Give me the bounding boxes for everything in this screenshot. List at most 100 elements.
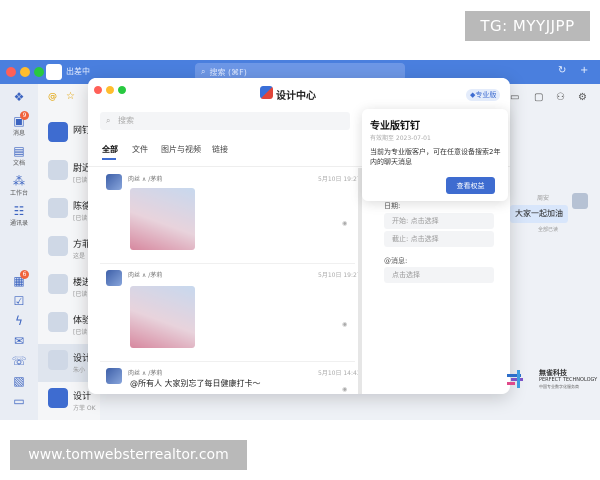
end-placeholder: 点击选择 — [410, 235, 439, 243]
maximize-window-button[interactable] — [34, 67, 44, 77]
maximize-dialog-button[interactable] — [118, 86, 126, 94]
watermark-url: www.tomwebsterrealtor.com — [10, 440, 247, 470]
message-text: @所有人 大家别忘了每日健康打卡～ — [130, 379, 261, 388]
message-sender: 肉丝 ∧ /茅莉 — [128, 176, 163, 183]
nav-label-messages: 消息 — [12, 130, 25, 137]
nav-label-docs: 文档 — [12, 160, 25, 167]
start-date-field[interactable]: 开始: 点击选择 — [384, 213, 494, 229]
workbench-icon: ⁂ — [13, 174, 25, 188]
search-icon: ⌕ — [201, 67, 206, 76]
sender-label: @消息: — [384, 257, 408, 265]
chart-icon: ▧ — [13, 374, 25, 388]
tab-all[interactable]: 全部 — [102, 144, 118, 155]
settings-icon[interactable]: ⚙ — [578, 92, 587, 103]
avatar[interactable] — [572, 193, 588, 209]
sender-placeholder: 点击选择 — [392, 271, 420, 279]
nav-item-mail[interactable]: ✉ — [0, 334, 38, 348]
close-dialog-button[interactable] — [94, 86, 102, 94]
pro-popover: 专业版钉钉 有效期至 2023-07-01 当前为专业版客户，可在任意设备搜索2… — [362, 109, 508, 201]
avatar — [48, 274, 68, 294]
divider — [100, 263, 355, 264]
mail-icon: ✉ — [13, 334, 25, 348]
read-status: 全部已读 — [538, 227, 559, 233]
pro-badge-label: 专业版 — [475, 91, 497, 99]
group-logo-icon — [260, 86, 273, 99]
chat-name: 设计 — [73, 392, 92, 402]
dialog-search-placeholder: 搜索 — [118, 116, 134, 125]
sender-field[interactable]: 点击选择 — [384, 267, 494, 283]
nav-item-chart[interactable]: ▧ — [0, 374, 38, 388]
avatar — [106, 174, 122, 190]
doc-icon: ▤ — [13, 144, 25, 158]
lightning-icon: ϟ — [15, 314, 23, 328]
avatar — [48, 122, 68, 142]
minimize-dialog-button[interactable] — [106, 86, 114, 94]
tab-files[interactable]: 文件 — [132, 144, 148, 155]
add-member-icon[interactable]: ⚇ — [556, 92, 565, 103]
tab-media[interactable]: 图片与视频 — [161, 144, 201, 155]
nav-item-folder[interactable]: ▭ — [0, 394, 38, 408]
message-image[interactable] — [130, 286, 195, 348]
start-label: 开始: — [392, 217, 409, 225]
avatar — [48, 160, 68, 180]
nav-item-messages[interactable]: ▣ 消息 — [0, 114, 38, 137]
chat-preview: [已读 — [73, 329, 88, 336]
scrollbar[interactable] — [358, 168, 362, 394]
star-icon[interactable]: ☆ — [66, 91, 75, 102]
check-icon: ☑ — [13, 294, 25, 308]
add-icon[interactable]: + — [580, 65, 588, 76]
divider — [100, 361, 355, 362]
start-placeholder: 点击选择 — [410, 217, 439, 225]
brand-tagline: 中国专业数字化服务商 — [539, 384, 579, 389]
pro-badge[interactable]: ◆专业版 — [466, 89, 501, 101]
chat-preview: 这是 — [73, 253, 86, 260]
history-icon[interactable]: ↻ — [558, 65, 566, 76]
avatar — [106, 368, 122, 384]
nav-item-ding[interactable]: ϟ — [0, 314, 38, 328]
nav-item-docs[interactable]: ▤ 文档 — [0, 144, 38, 167]
close-window-button[interactable] — [6, 67, 16, 77]
at-icon[interactable]: @ — [48, 92, 57, 102]
folder-icon: ▭ — [13, 394, 25, 408]
end-label: 截止: — [392, 235, 409, 243]
phone-icon: ☏ — [11, 354, 27, 368]
message-date: 5月10日 14:43 — [318, 370, 361, 377]
minimize-window-button[interactable] — [20, 67, 30, 77]
message-sender: 肉丝 ∧ /茅莉 — [128, 272, 163, 279]
sender-name: 周安 — [537, 195, 550, 202]
avatar — [48, 198, 68, 218]
nav-item-workbench[interactable]: ⁂ 工作台 — [0, 174, 38, 197]
chat-preview: [已读 — [73, 291, 88, 298]
global-search-placeholder: 搜索 (⌘F) — [209, 67, 247, 77]
nav-item-contacts[interactable]: ☷ 通讯录 — [0, 204, 38, 227]
nav-item-tasks[interactable]: ☑ — [0, 294, 38, 308]
popover-expiry: 有效期至 2023-07-01 — [370, 135, 431, 142]
folder-icon[interactable]: ▭ — [510, 92, 519, 103]
end-date-field[interactable]: 截止: 点击选择 — [384, 231, 494, 247]
nav-app-logo[interactable]: ❖ — [0, 90, 38, 104]
dialog-search-input[interactable]: ⌕ 搜索 — [100, 112, 350, 130]
active-tab-indicator — [102, 158, 116, 160]
popover-description: 当前为专业版客户，可在任意设备搜索2年内的聊天消息 — [370, 148, 501, 166]
avatar — [48, 312, 68, 332]
chat-preview: [已读 — [73, 215, 88, 222]
view-benefits-button[interactable]: 查看权益 — [446, 177, 495, 194]
message-image[interactable] — [130, 188, 195, 250]
app-logo-icon: ❖ — [13, 90, 25, 104]
brand-name-en: PERFECT TECHNOLOGY — [539, 377, 598, 383]
chat-bubble[interactable]: 大家一起加油 — [510, 205, 568, 223]
popover-title: 专业版钉钉 — [370, 121, 420, 132]
comment-icon[interactable]: ▢ — [534, 92, 543, 103]
avatar — [106, 270, 122, 286]
user-status[interactable]: 出差中 — [66, 66, 90, 77]
search-icon: ⌕ — [106, 116, 111, 125]
left-nav: ❖ ▣ 消息 9 ▤ 文档 ⁂ 工作台 ☷ 通讯录 ▦ 6 ☑ ϟ ✉ ☏ ▧ … — [0, 84, 38, 420]
eye-icon: ◉ — [342, 386, 348, 393]
avatar — [48, 388, 68, 408]
nav-item-phone[interactable]: ☏ — [0, 354, 38, 368]
avatar — [48, 236, 68, 256]
user-avatar[interactable] — [46, 64, 62, 80]
tab-links[interactable]: 链接 — [212, 144, 228, 155]
nav-item-calendar[interactable]: ▦ — [0, 274, 38, 288]
dialog-title: 设计中心 — [276, 91, 316, 102]
